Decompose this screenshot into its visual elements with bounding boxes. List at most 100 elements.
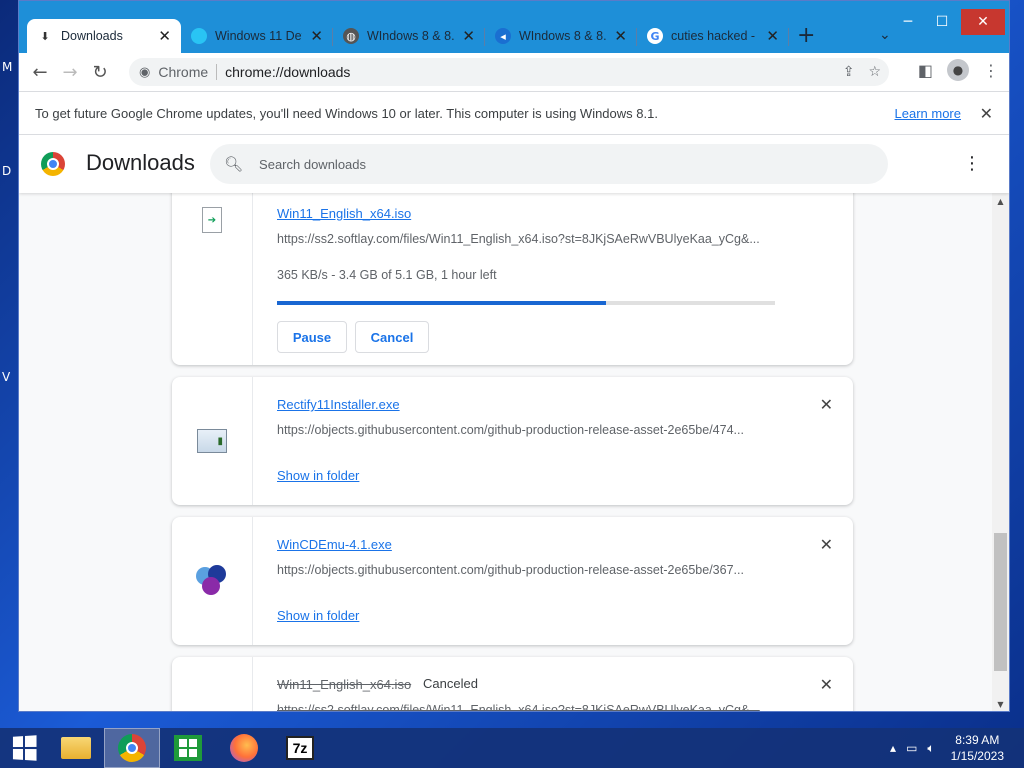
volume-icon[interactable]: 🔈︎ — [927, 741, 934, 756]
remove-item-icon[interactable]: ✕ — [820, 535, 833, 554]
7zip-icon[interactable]: 7z — [272, 728, 328, 768]
download-icon: ⬇ — [40, 29, 50, 43]
windows-icon: ◂ — [495, 28, 511, 44]
tab-downloads[interactable]: ⬇ Downloads ✕ — [27, 19, 181, 53]
7zip-label: 7z — [286, 736, 314, 760]
file-icon: ➔ — [202, 207, 222, 233]
omnibox-actions: ⇪ ☆ — [843, 64, 881, 80]
file-explorer-icon[interactable] — [48, 728, 104, 768]
site-chip: Chrome — [158, 64, 209, 80]
page-title: Downloads — [86, 150, 195, 175]
remove-item-icon[interactable]: ✕ — [820, 395, 833, 414]
tab-windows-11-dev[interactable]: Windows 11 Dev ✕ — [181, 19, 333, 53]
store-icon[interactable] — [160, 728, 216, 768]
network-icon[interactable]: ▭ — [906, 741, 917, 755]
close-tab-icon[interactable]: ✕ — [158, 27, 171, 45]
status-badge: Canceled — [423, 676, 478, 691]
side-panel-icon[interactable]: ◧ — [918, 61, 933, 80]
downloads-page: Downloads 🔍︎ ⋮ ➔ Win11_English_x64.iso h… — [19, 135, 1009, 711]
file-url[interactable]: https://objects.githubusercontent.com/gi… — [277, 563, 777, 577]
downloads-header: Downloads 🔍︎ ⋮ — [19, 135, 1009, 193]
file-url[interactable]: https://ss2.softlay.com/files/Win11_Engl… — [277, 232, 777, 246]
search-downloads[interactable]: 🔍︎ — [210, 144, 888, 184]
chrome-logo-icon — [41, 152, 65, 176]
chrome-site-icon: ◉ — [139, 64, 151, 80]
profile-avatar-icon[interactable]: ● — [947, 59, 969, 81]
show-in-folder-link[interactable]: Show in folder — [277, 468, 359, 483]
close-window-icon[interactable]: ✕ — [961, 9, 1005, 35]
show-in-folder-link[interactable]: Show in folder — [277, 608, 359, 623]
download-item: ➔ Win11_English_x64.iso https://ss2.soft… — [172, 165, 853, 365]
scroll-up-icon[interactable]: ▲ — [992, 197, 1009, 206]
minimize-icon[interactable]: ─ — [893, 9, 923, 35]
chevron-down-icon[interactable]: ⌄ — [879, 27, 891, 43]
learn-more-link[interactable]: Learn more — [895, 106, 961, 121]
reload-icon[interactable]: ↻ — [85, 57, 115, 87]
desktop-icon-label[interactable]: D — [2, 164, 11, 178]
pause-button[interactable]: Pause — [277, 321, 347, 353]
download-status: 365 KB/s - 3.4 GB of 5.1 GB, 1 hour left — [277, 268, 497, 282]
tab-title: Downloads — [61, 29, 123, 43]
file-name-link[interactable]: Rectify11Installer.exe — [277, 397, 400, 412]
share-icon[interactable]: ⇪ — [843, 64, 855, 80]
update-infobar: To get future Google Chrome updates, you… — [19, 91, 1009, 135]
divider — [216, 64, 218, 80]
close-tab-icon[interactable]: ✕ — [462, 27, 475, 45]
file-icon-column: ▮ — [172, 377, 253, 505]
window-controls: ─ ☐ ✕ — [893, 9, 1005, 35]
tab-title: cuties hacked - — [671, 29, 756, 43]
bookmark-star-icon[interactable]: ☆ — [868, 64, 881, 80]
toolbar-right: ◧ ● ⋮ — [918, 59, 999, 81]
search-input[interactable] — [259, 156, 820, 172]
google-icon: G — [647, 28, 663, 44]
address-bar[interactable]: ◉ Chrome chrome://downloads ⇪ ☆ — [129, 58, 889, 86]
more-actions-icon[interactable]: ⋮ — [963, 153, 981, 174]
browser-toolbar: ← → ↻ ◉ Chrome chrome://downloads ⇪ ☆ ◧ … — [19, 53, 1009, 91]
remove-item-icon[interactable]: ✕ — [820, 675, 833, 694]
windows-logo-icon — [12, 735, 37, 761]
close-infobar-icon[interactable]: ✕ — [980, 104, 993, 123]
clock[interactable]: 8:39 AM 1/15/2023 — [951, 732, 1004, 764]
file-name-link[interactable]: WinCDEmu-4.1.exe — [277, 537, 392, 552]
tab-windows-8-b[interactable]: ◂ WIndows 8 & 8. ✕ — [485, 19, 637, 53]
chrome-window: ⬇ Downloads ✕ Windows 11 Dev ✕ ◍ WIndows… — [18, 0, 1010, 712]
close-tab-icon[interactable]: ✕ — [614, 27, 627, 45]
cancel-button[interactable]: Cancel — [355, 321, 429, 353]
menu-kebab-icon[interactable]: ⋮ — [983, 61, 999, 80]
new-tab-icon[interactable]: + — [797, 23, 815, 48]
tab-title: WIndows 8 & 8. — [519, 29, 607, 43]
tray-overflow-icon[interactable]: ▴ — [890, 741, 896, 755]
scrollbar-thumb[interactable] — [994, 533, 1007, 671]
tab-title: Windows 11 Dev — [215, 29, 303, 43]
file-name-link[interactable]: Win11_English_x64.iso — [277, 206, 411, 221]
maximize-icon[interactable]: ☐ — [927, 9, 957, 35]
taskbar: 7z ▴ ▭ 🔈︎ 8:39 AM 1/15/2023 — [0, 728, 1024, 768]
tab-strip: ⬇ Downloads ✕ Windows 11 Dev ✕ ◍ WIndows… — [19, 1, 1009, 53]
tab-google-search[interactable]: G cuties hacked - ✕ — [637, 19, 789, 53]
infobar-message: To get future Google Chrome updates, you… — [35, 105, 658, 121]
search-icon: 🔍︎ — [224, 155, 244, 173]
scroll-down-icon[interactable]: ▼ — [992, 700, 1009, 709]
chrome-icon[interactable] — [104, 728, 160, 768]
close-tab-icon[interactable]: ✕ — [766, 27, 779, 45]
tab-windows-8-a[interactable]: ◍ WIndows 8 & 8. ✕ — [333, 19, 485, 53]
forward-icon[interactable]: → — [55, 57, 85, 87]
close-tab-icon[interactable]: ✕ — [310, 27, 323, 45]
desktop-icon-label[interactable]: M — [2, 60, 12, 74]
file-icon-column: ➔ — [172, 165, 253, 365]
url-text[interactable]: chrome://downloads — [225, 64, 350, 80]
clock-time: 8:39 AM — [955, 733, 1000, 747]
download-item: WinCDEmu-4.1.exe https://objects.githubu… — [172, 517, 853, 645]
system-tray: ▴ ▭ 🔈︎ 8:39 AM 1/15/2023 — [890, 728, 1004, 768]
firefox-icon[interactable] — [216, 728, 272, 768]
page-scrollbar[interactable]: ▲ ▼ — [992, 193, 1009, 711]
clock-date: 1/15/2023 — [950, 749, 1004, 763]
start-button[interactable] — [0, 728, 48, 768]
file-url[interactable]: https://objects.githubusercontent.com/gi… — [277, 423, 777, 437]
back-icon[interactable]: ← — [25, 57, 55, 87]
file-name-link[interactable]: Win11_English_x64.iso — [277, 677, 411, 692]
file-url[interactable]: https://ss2.softlay.com/files/Win11_Engl… — [277, 703, 777, 711]
desktop-icon-label[interactable]: V — [2, 370, 10, 384]
download-progress-fill — [277, 301, 606, 305]
download-item: ▮ Rectify11Installer.exe https://objects… — [172, 377, 853, 505]
